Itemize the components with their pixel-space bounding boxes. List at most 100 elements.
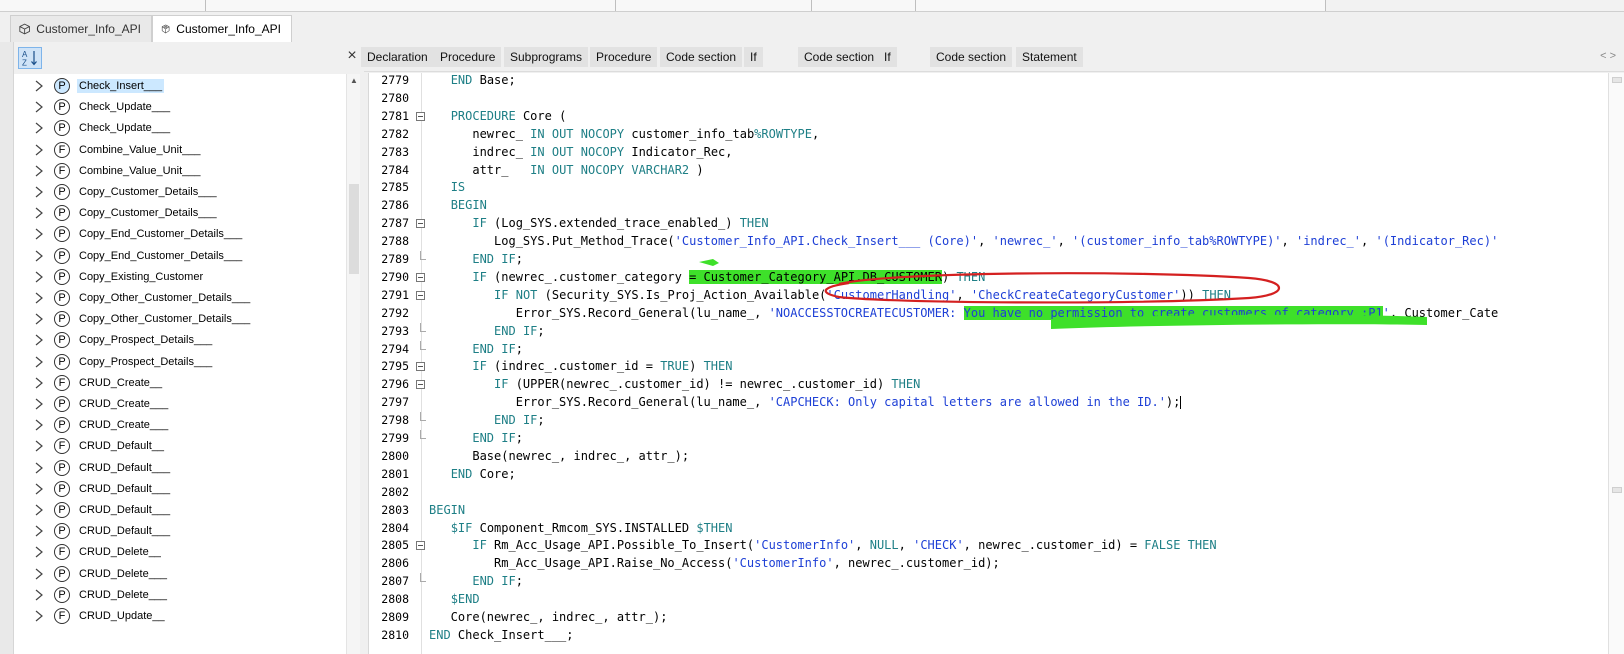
- code-line[interactable]: 2784 attr_ IN OUT NOCOPY VARCHAR2 ): [369, 162, 1608, 180]
- breadcrumb-item[interactable]: Procedure: [434, 47, 502, 67]
- code-line[interactable]: 2797 Error_SYS.Record_General(lu_name_, …: [369, 394, 1608, 412]
- code-line[interactable]: 2791 IF NOT (Security_SYS.Is_Proj_Action…: [369, 287, 1608, 305]
- chevron-right-icon[interactable]: [32, 503, 46, 517]
- chevron-right-icon[interactable]: [32, 206, 46, 220]
- code-line[interactable]: 2785 IS: [369, 179, 1608, 197]
- fold-toggle-icon[interactable]: [416, 290, 425, 300]
- chevron-right-icon[interactable]: [32, 79, 46, 93]
- chevron-right-icon[interactable]: [32, 524, 46, 538]
- code-line[interactable]: 2792 Error_SYS.Record_General(lu_name_, …: [369, 305, 1608, 323]
- breadcrumb-item[interactable]: Code section: [930, 47, 1013, 67]
- outline-item[interactable]: F Combine_Value_Unit___: [22, 139, 342, 161]
- scroll-up-icon[interactable]: ▲: [349, 76, 359, 86]
- chevron-right-icon[interactable]: [32, 376, 46, 390]
- chevron-right-icon[interactable]: [32, 609, 46, 623]
- chevron-right-icon[interactable]: [32, 185, 46, 199]
- chevron-right-icon[interactable]: [32, 312, 46, 326]
- code-line[interactable]: 2802: [369, 484, 1608, 502]
- outline-item[interactable]: P Copy_Prospect_Details___: [22, 351, 342, 373]
- code-line[interactable]: 2807 END IF;: [369, 573, 1608, 591]
- breadcrumb-item[interactable]: Code section: [798, 47, 881, 67]
- outline-item[interactable]: P Copy_End_Customer_Details___: [22, 223, 342, 245]
- chevron-right-icon[interactable]: [32, 567, 46, 581]
- fold-toggle-icon[interactable]: [416, 272, 425, 282]
- code-line[interactable]: 2782 newrec_ IN OUT NOCOPY customer_info…: [369, 126, 1608, 144]
- top-strip-tab[interactable]: [0, 0, 206, 11]
- outline-item[interactable]: P CRUD_Delete___: [22, 584, 342, 606]
- code-line[interactable]: 2795 IF (indrec_.customer_id = TRUE) THE…: [369, 358, 1608, 376]
- chevron-right-icon[interactable]: [32, 588, 46, 602]
- outline-item[interactable]: F Combine_Value_Unit___: [22, 160, 342, 182]
- close-icon[interactable]: ×: [344, 48, 360, 64]
- sort-button[interactable]: A Z: [18, 47, 42, 69]
- outline-item[interactable]: F CRUD_Delete__: [22, 541, 342, 563]
- breadcrumb-item[interactable]: Statement: [1016, 47, 1083, 67]
- code-line[interactable]: 2781 PROCEDURE Core (: [369, 108, 1608, 126]
- outline-item[interactable]: P Copy_Existing_Customer: [22, 266, 342, 288]
- chevron-right-icon[interactable]: [32, 121, 46, 135]
- chevron-right-icon[interactable]: [32, 355, 46, 369]
- chevron-right-icon[interactable]: [32, 545, 46, 559]
- outline-scrollbar[interactable]: ▲: [346, 74, 360, 654]
- fold-toggle-icon[interactable]: [416, 380, 425, 390]
- outline-item[interactable]: P CRUD_Default___: [22, 457, 342, 479]
- tab-package-spec[interactable]: Customer_Info_API: [10, 15, 152, 42]
- code-line[interactable]: 2787 IF (Log_SYS.extended_trace_enabled_…: [369, 215, 1608, 233]
- outline-item[interactable]: P Copy_Customer_Details___: [22, 181, 342, 203]
- code-line[interactable]: 2799 END IF;: [369, 430, 1608, 448]
- outline-item[interactable]: P CRUD_Create___: [22, 393, 342, 415]
- outline-item[interactable]: P Check_Insert___: [22, 75, 342, 97]
- top-strip-tab[interactable]: [812, 0, 916, 11]
- outline-item[interactable]: F CRUD_Update__: [22, 605, 342, 627]
- outline-item[interactable]: P Check_Update___: [22, 96, 342, 118]
- outline-item[interactable]: P Copy_Other_Customer_Details___: [22, 287, 342, 309]
- outline-item[interactable]: P CRUD_Default___: [22, 499, 342, 521]
- chevron-right-icon[interactable]: [32, 291, 46, 305]
- code-line[interactable]: 2790 IF (newrec_.customer_category = Cus…: [369, 269, 1608, 287]
- scroll-thumb[interactable]: [349, 184, 359, 274]
- code-editor[interactable]: 2779 END Base; 2780 2781 PROCEDURE Core (2…: [368, 73, 1608, 654]
- chevron-right-icon[interactable]: [32, 164, 46, 178]
- code-line[interactable]: 2798 END IF;: [369, 412, 1608, 430]
- breadcrumb-item[interactable]: If: [744, 47, 763, 67]
- chevron-right-icon[interactable]: [32, 418, 46, 432]
- top-strip-tab[interactable]: [616, 0, 812, 11]
- code-line[interactable]: 2809 Core(newrec_, indrec_, attr_);: [369, 609, 1608, 627]
- top-strip-tab[interactable]: [206, 0, 616, 11]
- breadcrumb-item[interactable]: If: [878, 47, 897, 67]
- fold-toggle-icon[interactable]: [416, 219, 425, 229]
- code-line[interactable]: 2779 END Base;: [369, 73, 1608, 90]
- outline-item[interactable]: P Check_Update___: [22, 117, 342, 139]
- chevron-right-icon[interactable]: [32, 227, 46, 241]
- code-line[interactable]: 2806 Rm_Acc_Usage_API.Raise_No_Access('C…: [369, 555, 1608, 573]
- fold-toggle-icon[interactable]: [416, 362, 425, 372]
- editor-scrollbar[interactable]: [1608, 73, 1624, 654]
- code-line[interactable]: 2800 Base(newrec_, indrec_, attr_);: [369, 448, 1608, 466]
- breadcrumb-item[interactable]: Subprograms: [504, 47, 589, 67]
- tab-package-body[interactable]: Customer_Info_API: [152, 15, 292, 42]
- outline-item[interactable]: P Copy_Customer_Details___: [22, 202, 342, 224]
- outline-item[interactable]: P CRUD_Create___: [22, 414, 342, 436]
- code-line[interactable]: 2803 BEGIN: [369, 502, 1608, 520]
- code-line[interactable]: 2808 $END: [369, 591, 1608, 609]
- breadcrumb-nav-arrows[interactable]: < >: [1600, 50, 1616, 62]
- chevron-right-icon[interactable]: [32, 249, 46, 263]
- breadcrumb-item[interactable]: Code section: [660, 47, 743, 67]
- code-line[interactable]: 2786 BEGIN: [369, 197, 1608, 215]
- chevron-right-icon[interactable]: [32, 461, 46, 475]
- outline-item[interactable]: P CRUD_Default___: [22, 520, 342, 542]
- breadcrumb-item[interactable]: Procedure: [590, 47, 658, 67]
- code-line[interactable]: 2804 $IF Component_Rmcom_SYS.INSTALLED $…: [369, 520, 1608, 538]
- outline-item[interactable]: F CRUD_Default__: [22, 435, 342, 457]
- fold-toggle-icon[interactable]: [416, 111, 425, 121]
- code-line[interactable]: 2780: [369, 90, 1608, 108]
- outline-item[interactable]: F CRUD_Create__: [22, 372, 342, 394]
- chevron-right-icon[interactable]: [32, 270, 46, 284]
- code-line[interactable]: 2793 END IF;: [369, 322, 1608, 341]
- code-line[interactable]: 2796 IF (UPPER(newrec_.customer_id) != n…: [369, 376, 1608, 394]
- chevron-right-icon[interactable]: [32, 397, 46, 411]
- code-line[interactable]: 2789 END IF;: [369, 251, 1608, 269]
- chevron-right-icon[interactable]: [32, 439, 46, 453]
- code-line[interactable]: 2801 END Core;: [369, 466, 1608, 484]
- chevron-right-icon[interactable]: [32, 482, 46, 496]
